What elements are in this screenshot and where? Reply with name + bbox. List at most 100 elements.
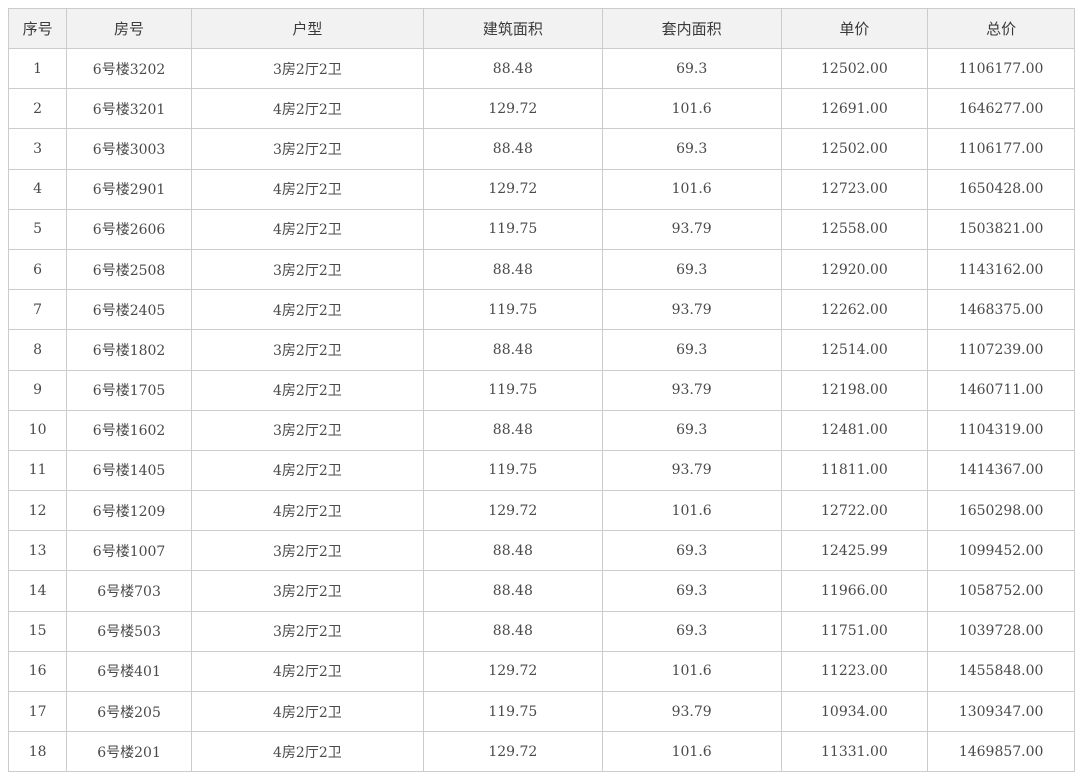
cell-room-number: 6号楼401 <box>66 650 192 693</box>
cell-layout: 4房2厅2卫 <box>190 289 424 331</box>
cell-net-area: 69.3 <box>601 248 782 291</box>
cell-layout: 4房2厅2卫 <box>190 490 424 532</box>
table-row: 17 6号楼205 4房2厅2卫 119.75 93.79 10934.00 1309347… <box>7 690 1075 733</box>
cell-room-number: 6号楼703 <box>66 570 192 612</box>
cell-unit-price: 11966.00 <box>780 570 929 612</box>
header-total-price: 总价 <box>927 8 1075 49</box>
cell-layout: 3房2厅2卫 <box>190 570 424 612</box>
cell-gross-area: 88.48 <box>422 610 603 652</box>
page: 序号 房号 户型 建筑面积 套内面积 单价 总价 1 6号楼3202 3房2厅2卫 88.48 69… <box>0 0 1080 781</box>
price-table: 序号 房号 户型 建筑面积 套内面积 单价 总价 1 6号楼3202 3房2厅2卫 88.48 69… <box>7 8 1075 773</box>
cell-gross-area: 119.75 <box>422 690 603 733</box>
cell-unit-price: 12502.00 <box>780 128 929 170</box>
table-row: 6 6号楼2508 3房2厅2卫 88.48 69.3 12920.00 1143162.0… <box>7 248 1075 291</box>
cell-layout: 3房2厅2卫 <box>190 128 424 170</box>
cell-room-number: 6号楼2606 <box>66 208 192 250</box>
table-row: 7 6号楼2405 4房2厅2卫 119.75 93.79 12262.00 1468375… <box>7 289 1075 331</box>
cell-total-price: 1414367.00 <box>927 449 1075 492</box>
cell-gross-area: 119.75 <box>422 289 603 331</box>
cell-index: 6 <box>7 248 68 291</box>
cell-total-price: 1650428.00 <box>927 168 1075 210</box>
table-row: 15 6号楼503 3房2厅2卫 88.48 69.3 11751.00 1039728.0… <box>7 610 1075 652</box>
cell-net-area: 69.3 <box>601 128 782 170</box>
cell-net-area: 101.6 <box>601 731 782 773</box>
cell-gross-area: 88.48 <box>422 329 603 371</box>
cell-total-price: 1104319.00 <box>927 409 1075 451</box>
cell-unit-price: 12558.00 <box>780 208 929 250</box>
cell-total-price: 1107239.00 <box>927 329 1075 371</box>
cell-total-price: 1460711.00 <box>927 369 1075 411</box>
cell-total-price: 1058752.00 <box>927 570 1075 612</box>
cell-room-number: 6号楼503 <box>66 610 192 652</box>
cell-index: 14 <box>7 570 68 612</box>
cell-layout: 4房2厅2卫 <box>190 208 424 250</box>
table-header: 序号 房号 户型 建筑面积 套内面积 单价 总价 <box>7 8 1075 49</box>
cell-gross-area: 129.72 <box>422 490 603 532</box>
cell-unit-price: 11331.00 <box>780 731 929 773</box>
cell-room-number: 6号楼2901 <box>66 168 192 210</box>
cell-unit-price: 10934.00 <box>780 690 929 733</box>
cell-layout: 3房2厅2卫 <box>190 47 424 90</box>
cell-room-number: 6号楼1007 <box>66 530 192 572</box>
cell-room-number: 6号楼205 <box>66 690 192 733</box>
table-row: 1 6号楼3202 3房2厅2卫 88.48 69.3 12502.00 1106177.0… <box>7 47 1075 90</box>
cell-layout: 4房2厅2卫 <box>190 369 424 411</box>
cell-total-price: 1650298.00 <box>927 490 1075 532</box>
cell-layout: 4房2厅2卫 <box>190 449 424 492</box>
cell-unit-price: 12691.00 <box>780 88 929 130</box>
cell-gross-area: 129.72 <box>422 88 603 130</box>
cell-index: 16 <box>7 650 68 693</box>
cell-net-area: 93.79 <box>601 208 782 250</box>
cell-total-price: 1309347.00 <box>927 690 1075 733</box>
cell-total-price: 1469857.00 <box>927 731 1075 773</box>
cell-room-number: 6号楼201 <box>66 731 192 773</box>
cell-index: 15 <box>7 610 68 652</box>
table-row: 11 6号楼1405 4房2厅2卫 119.75 93.79 11811.00 141436… <box>7 449 1075 492</box>
cell-room-number: 6号楼1802 <box>66 329 192 371</box>
cell-layout: 4房2厅2卫 <box>190 650 424 693</box>
cell-layout: 4房2厅2卫 <box>190 731 424 773</box>
header-layout: 户型 <box>190 8 424 49</box>
cell-unit-price: 12198.00 <box>780 369 929 411</box>
table-row: 12 6号楼1209 4房2厅2卫 129.72 101.6 12722.00 165029… <box>7 490 1075 532</box>
table-row: 3 6号楼3003 3房2厅2卫 88.48 69.3 12502.00 1106177.0… <box>7 128 1075 170</box>
table-row: 9 6号楼1705 4房2厅2卫 119.75 93.79 12198.00 1460711… <box>7 369 1075 411</box>
cell-index: 4 <box>7 168 68 210</box>
cell-index: 5 <box>7 208 68 250</box>
table-body: 1 6号楼3202 3房2厅2卫 88.48 69.3 12502.00 1106177.0… <box>7 47 1075 773</box>
cell-index: 8 <box>7 329 68 371</box>
header-gross-area: 建筑面积 <box>422 8 603 49</box>
cell-layout: 3房2厅2卫 <box>190 610 424 652</box>
cell-net-area: 69.3 <box>601 409 782 451</box>
cell-unit-price: 12262.00 <box>780 289 929 331</box>
table-row: 18 6号楼201 4房2厅2卫 129.72 101.6 11331.00 1469857… <box>7 731 1075 773</box>
cell-net-area: 69.3 <box>601 570 782 612</box>
cell-index: 3 <box>7 128 68 170</box>
cell-gross-area: 88.48 <box>422 409 603 451</box>
cell-layout: 4房2厅2卫 <box>190 690 424 733</box>
cell-total-price: 1099452.00 <box>927 530 1075 572</box>
header-index: 序号 <box>7 8 68 49</box>
cell-gross-area: 88.48 <box>422 47 603 90</box>
table-row: 10 6号楼1602 3房2厅2卫 88.48 69.3 12481.00 1104319.… <box>7 409 1075 451</box>
table-row: 16 6号楼401 4房2厅2卫 129.72 101.6 11223.00 1455848… <box>7 650 1075 693</box>
cell-unit-price: 12723.00 <box>780 168 929 210</box>
cell-net-area: 69.3 <box>601 530 782 572</box>
cell-unit-price: 11223.00 <box>780 650 929 693</box>
cell-layout: 3房2厅2卫 <box>190 530 424 572</box>
cell-index: 2 <box>7 88 68 130</box>
cell-gross-area: 119.75 <box>422 369 603 411</box>
cell-room-number: 6号楼1602 <box>66 409 192 451</box>
cell-room-number: 6号楼1405 <box>66 449 192 492</box>
header-unit-price: 单价 <box>780 8 929 49</box>
table-row: 5 6号楼2606 4房2厅2卫 119.75 93.79 12558.00 1503821… <box>7 208 1075 250</box>
cell-total-price: 1646277.00 <box>927 88 1075 130</box>
cell-index: 11 <box>7 449 68 492</box>
cell-net-area: 93.79 <box>601 449 782 492</box>
cell-net-area: 101.6 <box>601 168 782 210</box>
cell-layout: 3房2厅2卫 <box>190 329 424 371</box>
cell-gross-area: 88.48 <box>422 570 603 612</box>
cell-total-price: 1039728.00 <box>927 610 1075 652</box>
header-net-area: 套内面积 <box>601 8 782 49</box>
cell-index: 10 <box>7 409 68 451</box>
